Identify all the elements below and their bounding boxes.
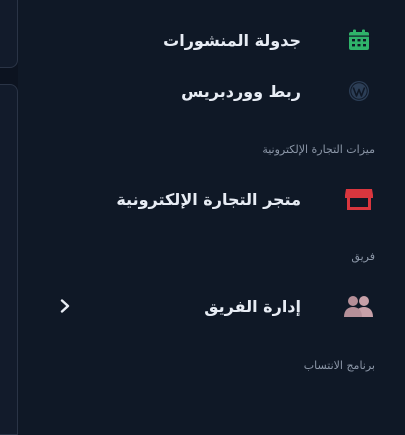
section-label-affiliate: برنامج الانتساب xyxy=(303,359,375,372)
sidebar-item-wordpress[interactable]: ربط ووردبريس xyxy=(18,71,405,111)
sidebar: جدولة المنشورات ربط ووردبريس ميزات التجا… xyxy=(18,0,405,403)
calendar-icon xyxy=(341,22,377,58)
sidebar-item-label: جدولة المنشورات xyxy=(163,30,301,50)
sidebar-item-label: إدارة الفريق xyxy=(204,296,301,316)
sidebar-item-label: ربط ووردبريس xyxy=(181,81,301,101)
background-panel xyxy=(0,0,18,435)
sidebar-item-label: متجر التجارة الإلكترونية xyxy=(116,189,301,209)
store-icon xyxy=(341,181,377,217)
panel-card xyxy=(0,0,18,68)
wordpress-icon xyxy=(341,73,377,109)
section-label-ecommerce: ميزات التجارة الإلكترونية xyxy=(262,143,375,156)
chevron-right-icon[interactable] xyxy=(56,297,74,315)
panel-card xyxy=(0,84,18,136)
sidebar-item-schedule-posts[interactable]: جدولة المنشورات xyxy=(18,20,405,60)
sidebar-item-ecommerce-store[interactable]: متجر التجارة الإلكترونية xyxy=(18,179,405,219)
section-label-team: فريق xyxy=(351,250,375,263)
users-icon xyxy=(341,288,377,324)
panel-card xyxy=(0,134,18,435)
sidebar-item-team-management[interactable]: إدارة الفريق xyxy=(18,286,405,326)
